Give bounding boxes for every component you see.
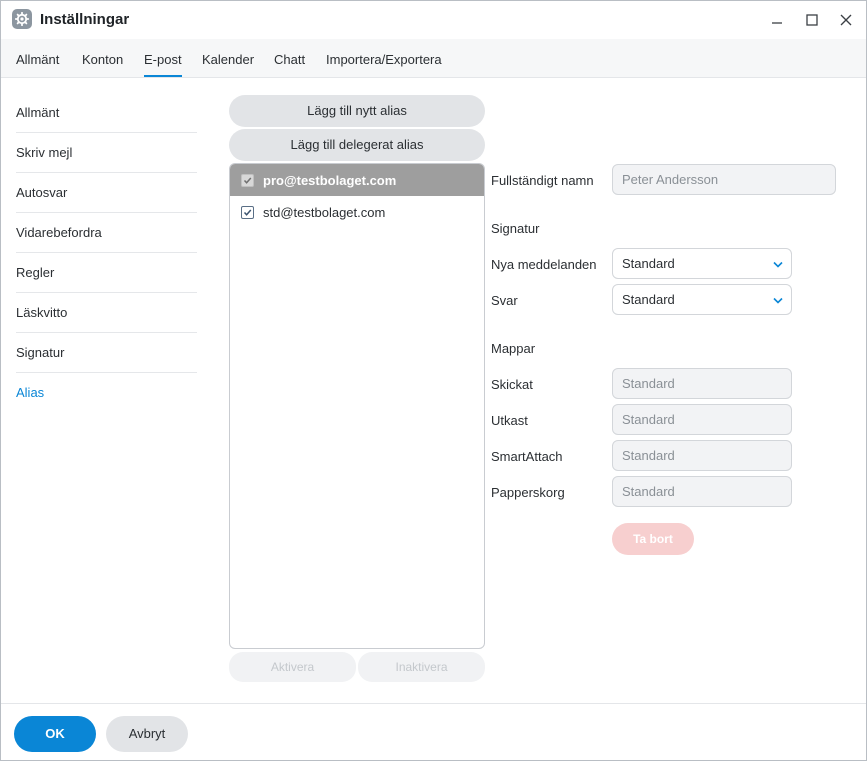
remove-alias-button[interactable]: Ta bort — [612, 523, 694, 555]
settings-gear-icon — [12, 9, 32, 29]
sidebar-item-forward[interactable]: Vidarebefordra — [16, 213, 197, 253]
deactivate-button[interactable]: Inaktivera — [358, 652, 485, 682]
tab-calendar[interactable]: Kalender — [202, 52, 254, 67]
full-name-label: Fullständigt namn — [491, 173, 594, 188]
folders-heading: Mappar — [491, 341, 536, 356]
tab-import-export[interactable]: Importera/Exportera — [326, 52, 442, 67]
ok-button[interactable]: OK — [14, 716, 96, 752]
sidebar-item-signature[interactable]: Signatur — [16, 333, 197, 373]
alias-checkbox[interactable] — [241, 174, 254, 187]
alias-email: std@testbolaget.com — [263, 205, 386, 220]
full-name-field[interactable]: Peter Andersson — [612, 164, 836, 195]
minimize-button[interactable] — [767, 10, 787, 30]
cancel-button[interactable]: Avbryt — [106, 716, 188, 752]
sidebar: Allmänt Skriv mejl Autosvar Vidarebeford… — [16, 93, 197, 413]
minimize-icon — [772, 22, 782, 24]
sidebar-item-read-receipt[interactable]: Läskvitto — [16, 293, 197, 333]
maximize-button[interactable] — [802, 10, 822, 30]
sidebar-item-compose[interactable]: Skriv mejl — [16, 133, 197, 173]
checkmark-icon — [243, 209, 252, 216]
activate-button[interactable]: Aktivera — [229, 652, 356, 682]
close-icon — [840, 14, 852, 26]
tab-accounts[interactable]: Konton — [82, 52, 123, 67]
reply-value: Standard — [622, 292, 675, 307]
new-messages-value: Standard — [622, 256, 675, 271]
trash-label: Papperskorg — [491, 485, 565, 500]
footer: OK Avbryt — [1, 703, 866, 760]
sent-label: Skickat — [491, 377, 533, 392]
trash-folder-field[interactable]: Standard — [612, 476, 792, 507]
tab-general[interactable]: Allmänt — [16, 52, 59, 67]
sidebar-item-autoreply[interactable]: Autosvar — [16, 173, 197, 213]
tab-email[interactable]: E-post — [144, 52, 182, 77]
alias-row[interactable]: pro@testbolaget.com — [230, 164, 484, 196]
title-bar: Inställningar — [1, 1, 866, 39]
smartattach-folder-field[interactable]: Standard — [612, 440, 792, 471]
alias-list: pro@testbolaget.com std@testbolaget.com — [229, 163, 485, 649]
checkmark-icon — [243, 177, 252, 184]
chevron-down-icon — [773, 297, 783, 304]
drafts-folder-field[interactable]: Standard — [612, 404, 792, 435]
add-alias-button[interactable]: Lägg till nytt alias — [229, 95, 485, 127]
sidebar-item-alias[interactable]: Alias — [16, 373, 197, 413]
smartattach-label: SmartAttach — [491, 449, 563, 464]
signature-heading: Signatur — [491, 221, 540, 236]
chevron-down-icon — [773, 261, 783, 268]
sidebar-item-general[interactable]: Allmänt — [16, 93, 197, 133]
sidebar-item-rules[interactable]: Regler — [16, 253, 197, 293]
alias-row[interactable]: std@testbolaget.com — [230, 196, 484, 228]
add-delegated-alias-button[interactable]: Lägg till delegerat alias — [229, 129, 485, 161]
reply-label: Svar — [491, 293, 518, 308]
reply-select[interactable]: Standard — [612, 284, 792, 315]
tab-chat[interactable]: Chatt — [274, 52, 305, 67]
alias-checkbox[interactable] — [241, 206, 254, 219]
maximize-icon — [806, 14, 818, 26]
alias-email: pro@testbolaget.com — [263, 173, 397, 188]
new-messages-label: Nya meddelanden — [491, 257, 597, 272]
sent-folder-field[interactable]: Standard — [612, 368, 792, 399]
drafts-label: Utkast — [491, 413, 528, 428]
tab-bar: Allmänt Konton E-post Kalender Chatt Imp… — [1, 39, 866, 78]
window-title: Inställningar — [40, 11, 130, 28]
new-messages-select[interactable]: Standard — [612, 248, 792, 279]
settings-window: Inställningar Allmänt Konton E-post Kale… — [0, 0, 867, 761]
close-button[interactable] — [836, 10, 856, 30]
